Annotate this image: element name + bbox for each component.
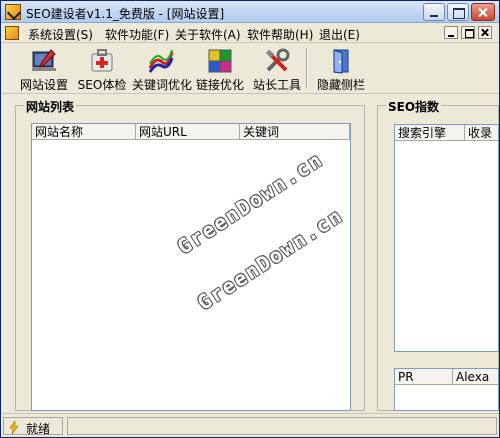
window-title: SEO建设者v1.1_免费版 - [网站设置]	[26, 7, 225, 21]
column-search-engine[interactable]: 搜索引擎	[395, 125, 465, 141]
menu-about[interactable]: 关于软件(A)	[175, 26, 241, 43]
chart-lines-icon	[148, 49, 174, 73]
toolbar: 网站设置 SEO体检 关键词优化 链接优化 站长工具 隐藏侧栏	[1, 44, 499, 94]
column-pr[interactable]: PR	[395, 369, 453, 385]
search-engine-header: 搜索引擎 收录	[395, 125, 498, 141]
status-bar: 就绪	[1, 413, 499, 437]
app-window: SEO建设者v1.1_免费版 - [网站设置] 系统设置(S) 软件功能(F) …	[0, 0, 500, 438]
seo-checkup-label: SEO体检	[77, 78, 127, 92]
minimize-button[interactable]	[423, 3, 445, 21]
door-exit-icon	[333, 49, 349, 74]
document-icon[interactable]	[5, 26, 19, 40]
website-settings-button[interactable]: 网站设置	[19, 46, 69, 92]
keyword-optimize-button[interactable]: 关键词优化	[132, 46, 193, 92]
child-close-button[interactable]	[478, 26, 492, 39]
toolbar-separator	[306, 48, 308, 88]
website-settings-label: 网站设置	[19, 78, 68, 92]
tools-icon	[265, 48, 290, 72]
link-optimize-label: 链接优化	[195, 78, 244, 92]
search-engine-table[interactable]: 搜索引擎 收录	[394, 124, 499, 352]
maximize-button[interactable]	[447, 3, 469, 21]
link-optimize-button[interactable]: 链接优化	[195, 46, 245, 92]
menu-bar: 系统设置(S) 软件功能(F) 关于软件(A) 软件帮助(H) 退出(E)	[1, 23, 499, 43]
menu-software-functions[interactable]: 软件功能(F)	[105, 26, 169, 43]
column-indexed[interactable]: 收录	[465, 125, 498, 141]
site-list-header: 网站名称 网站URL 关键词	[32, 124, 350, 140]
webmaster-tools-label: 站长工具	[252, 78, 301, 92]
title-bar[interactable]: SEO建设者v1.1_免费版 - [网站设置]	[1, 1, 499, 23]
seo-index-title: SEO指数	[386, 98, 442, 115]
menu-exit[interactable]: 退出(E)	[319, 26, 360, 43]
column-site-name[interactable]: 网站名称	[32, 124, 136, 140]
rank-header: PR Alexa	[395, 369, 498, 385]
app-logo-icon	[5, 4, 21, 20]
site-list-title: 网站列表	[24, 98, 77, 115]
status-panel: 就绪	[3, 417, 63, 436]
website-settings-icon	[32, 49, 56, 71]
column-site-url[interactable]: 网站URL	[136, 124, 240, 140]
link-puzzle-icon	[208, 49, 232, 73]
first-aid-kit-icon	[91, 49, 113, 72]
menu-help[interactable]: 软件帮助(H)	[247, 26, 313, 43]
status-text: 就绪	[26, 422, 51, 436]
lightning-icon	[9, 421, 19, 434]
close-button[interactable]	[471, 3, 495, 21]
hide-sidebar-button[interactable]: 隐藏侧栏	[316, 46, 366, 92]
seo-checkup-button[interactable]: SEO体检	[77, 46, 127, 92]
menu-system-settings[interactable]: 系统设置(S)	[28, 26, 93, 43]
status-panel-secondary	[67, 417, 497, 435]
column-keywords[interactable]: 关键词	[240, 124, 350, 140]
rank-table[interactable]: PR Alexa	[394, 368, 499, 411]
keyword-optimize-label: 关键词优化	[132, 78, 193, 92]
webmaster-tools-button[interactable]: 站长工具	[252, 46, 302, 92]
column-alexa[interactable]: Alexa	[453, 369, 498, 385]
child-minimize-button[interactable]	[444, 26, 458, 39]
hide-sidebar-label: 隐藏侧栏	[316, 78, 365, 92]
child-restore-button[interactable]	[461, 26, 475, 39]
